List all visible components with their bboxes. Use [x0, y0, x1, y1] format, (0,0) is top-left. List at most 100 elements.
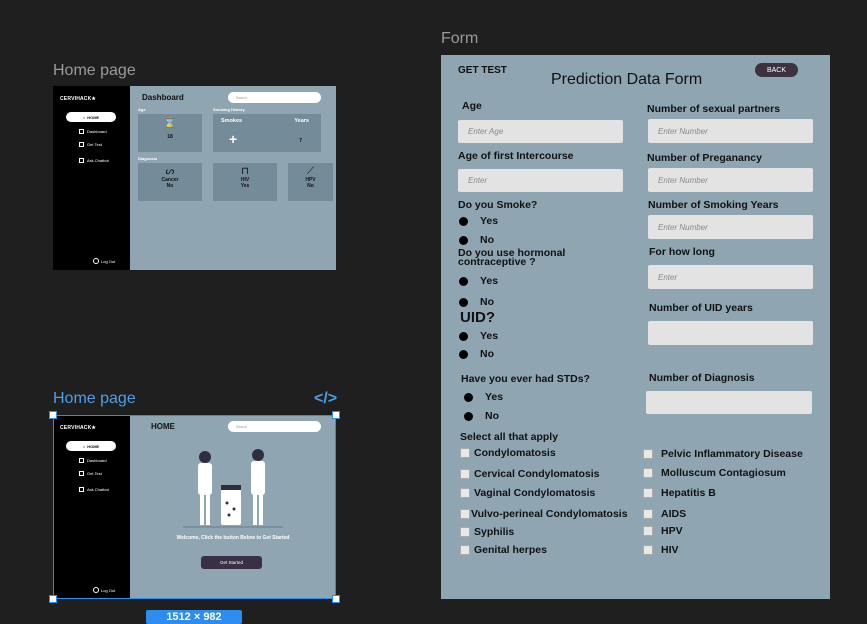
partners-input[interactable]: Enter Number — [648, 119, 813, 143]
nav-get-test-label: Get Test — [87, 142, 102, 147]
pregnancy-placeholder: Enter Number — [658, 175, 708, 185]
condition-checkbox[interactable]: Syphilis — [460, 526, 514, 538]
radio-dot — [459, 297, 468, 307]
uid-years-input[interactable] — [648, 321, 813, 345]
uid-years-label: Number of UID years — [649, 302, 753, 314]
hpv-card: ⟋ HPV No — [288, 163, 333, 201]
resize-handle-bottom-left[interactable] — [49, 595, 57, 603]
smoking-years-input[interactable]: Enter Number — [648, 215, 813, 239]
smoking-years-placeholder: Enter Number — [658, 222, 708, 232]
nav-home[interactable]: ⌂ HOME — [66, 112, 116, 122]
hourglass-icon: ⌛ — [163, 118, 177, 129]
first-intercourse-input[interactable]: Enter — [458, 169, 623, 192]
chatbot-icon — [79, 158, 84, 163]
condition-label: HIV — [661, 544, 679, 556]
uid-yes-label: Yes — [480, 330, 499, 342]
resize-handle-top-left[interactable] — [49, 411, 57, 419]
dashboard-frame[interactable]: CERVIHACK★ ⌂ HOME Dashboard Get Test Ask … — [53, 86, 336, 270]
smokes-label: Smokes — [221, 118, 243, 124]
diagnosis-input[interactable] — [646, 391, 812, 414]
condition-checkbox[interactable]: HIV — [643, 544, 679, 556]
checkbox-icon — [460, 527, 470, 537]
how-long-label: For how long — [649, 246, 715, 258]
condition-checkbox[interactable]: Molluscum Contagiosum — [643, 467, 786, 479]
age-section-label: Age — [138, 107, 146, 112]
partners-placeholder: Enter Number — [658, 126, 708, 136]
hiv-value: Yes — [240, 183, 250, 189]
radio-dot — [459, 276, 468, 286]
home-page-frame-label-selected[interactable]: Home page — [53, 390, 136, 408]
logout-label: Log Out — [101, 258, 116, 264]
condition-checkbox[interactable]: Condylomatosis — [460, 447, 556, 459]
condition-checkbox[interactable]: Cervical Condylomatosis — [460, 468, 599, 480]
nav-dashboard[interactable]: Dashboard — [79, 129, 107, 134]
nav-dashboard-label: Dashboard — [87, 129, 107, 134]
back-button[interactable]: BACK — [755, 63, 798, 77]
stds-no-radio[interactable]: No — [464, 410, 499, 422]
logout-button[interactable]: Log Out — [93, 258, 115, 264]
syringe-icon: ⟋ — [307, 166, 314, 177]
condition-label: Cervical Condylomatosis — [474, 468, 600, 480]
radio-dot — [464, 392, 473, 402]
frame-size-badge: 1512 × 982 — [146, 610, 242, 624]
condition-checkbox[interactable]: Vulvo-perineal Condylomatosis — [460, 508, 628, 520]
smoke-yes-radio[interactable]: Yes — [459, 215, 498, 227]
stds-yes-radio[interactable]: Yes — [464, 391, 503, 403]
stds-no-label: No — [485, 410, 499, 422]
search-placeholder: Search — [236, 95, 248, 100]
get-test-label: GET TEST — [458, 65, 507, 76]
how-long-input[interactable]: Enter — [648, 265, 813, 289]
pregnancy-input[interactable]: Enter Number — [648, 168, 813, 192]
age-card: ⌛ 18 — [138, 114, 202, 152]
checkbox-icon — [460, 469, 470, 479]
age-label: Age — [462, 100, 482, 112]
uid-no-radio[interactable]: No — [459, 348, 494, 360]
form-frame-label[interactable]: Form — [441, 30, 478, 48]
hormonal-yes-label: Yes — [480, 275, 499, 287]
page-title: Dashboard — [142, 93, 184, 102]
condition-label: AIDS — [661, 508, 687, 520]
condition-checkbox[interactable]: Hepatitis B — [643, 487, 716, 499]
cancer-card: ᔕ Cancer No — [138, 163, 202, 201]
stds-question: Have you ever had STDs? — [461, 373, 590, 385]
selection-outline — [53, 415, 336, 599]
search-input[interactable]: Search — [228, 92, 321, 103]
nav-ask-chatbot[interactable]: Ask Chatbot — [79, 158, 109, 163]
condition-checkbox[interactable]: AIDS — [643, 508, 686, 520]
nav-ask-chatbot-label: Ask Chatbot — [87, 158, 109, 163]
hormonal-no-radio[interactable]: No — [459, 296, 494, 308]
hormonal-question: Do you use hormonal contraceptive ? — [458, 247, 566, 268]
years-label: Years — [294, 118, 309, 124]
nav-get-test[interactable]: Get Test — [79, 142, 102, 147]
hpv-value: No — [307, 183, 314, 189]
uid-yes-radio[interactable]: Yes — [459, 330, 498, 342]
uid-question: UID? — [460, 309, 495, 326]
smoking-years-label: Number of Smoking Years — [648, 199, 779, 211]
checkbox-icon — [643, 526, 653, 536]
smoke-no-radio[interactable]: No — [459, 234, 494, 246]
condition-checkbox[interactable]: Pelvic Inflammatory Disease — [643, 448, 803, 460]
first-intercourse-placeholder: Enter — [468, 176, 488, 185]
age-value: 18 — [167, 134, 173, 140]
hormonal-yes-radio[interactable]: Yes — [459, 275, 498, 287]
condition-checkbox[interactable]: Genital herpes — [460, 544, 547, 556]
test-icon — [79, 142, 84, 147]
resize-handle-bottom-right[interactable] — [332, 595, 340, 603]
how-long-placeholder: Enter — [658, 272, 678, 282]
uid-no-label: No — [480, 348, 494, 360]
condition-checkbox[interactable]: HPV — [643, 525, 683, 537]
form-frame[interactable]: GET TEST Prediction Data Form BACK Age E… — [441, 55, 830, 599]
smoke-no-label: No — [480, 234, 494, 246]
checkbox-icon — [643, 488, 653, 498]
home-page-frame-label[interactable]: Home page — [53, 62, 136, 80]
condition-checkbox[interactable]: Vaginal Condylomatosis — [460, 487, 595, 499]
condition-label: Molluscum Contagiosum — [661, 467, 786, 479]
smoking-section-label: Smoking History — [213, 107, 245, 112]
nav-home-label: HOME — [87, 114, 100, 120]
code-view-icon[interactable]: </> — [314, 390, 337, 408]
radio-dot — [459, 235, 468, 245]
checkbox-icon — [460, 488, 470, 498]
resize-handle-top-right[interactable] — [332, 411, 340, 419]
age-input[interactable]: Enter Age — [458, 120, 623, 143]
condition-label: Syphilis — [474, 526, 515, 538]
